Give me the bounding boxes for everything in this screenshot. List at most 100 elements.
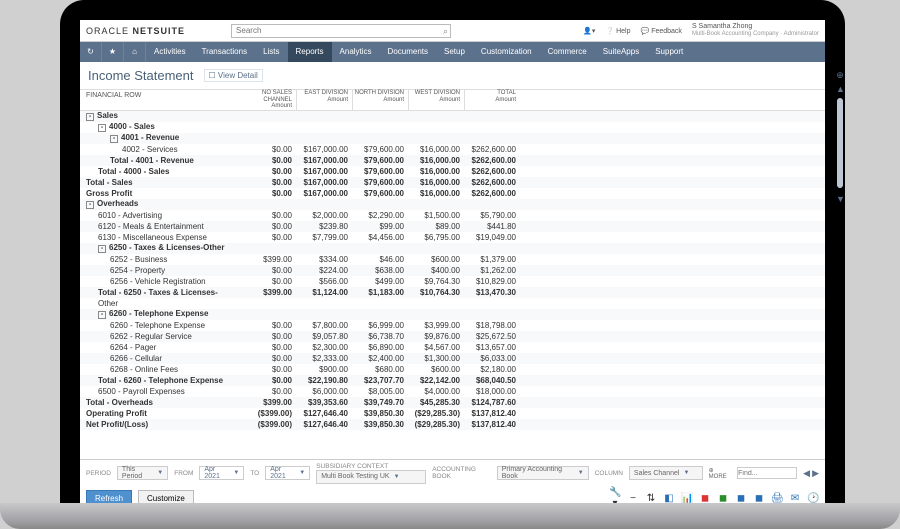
table-row[interactable]: 6254 - Property$0.00$224.00$638.00$400.0… <box>80 265 825 276</box>
cell: $0.00 <box>240 233 296 242</box>
row-cells: $0.00$22,190.80$23,707.70$22,142.00$68,0… <box>240 376 520 385</box>
column-select[interactable]: Sales Channel▼ <box>629 466 703 480</box>
schedule-icon[interactable]: 🕑 <box>807 493 819 504</box>
help-link[interactable]: ❔ Help <box>605 27 630 35</box>
nav-recent-icon[interactable]: ↻ <box>80 42 102 62</box>
nav-home-icon[interactable]: ⌂ <box>124 42 146 62</box>
export-xls-icon[interactable]: ◼ <box>717 493 729 504</box>
chart-icon[interactable]: ◧ <box>663 493 675 504</box>
cell: $400.00 <box>408 266 464 275</box>
cell: $39,353.60 <box>296 398 352 407</box>
table-row[interactable]: 6266 - Cellular$0.00$2,333.00$2,400.00$1… <box>80 353 825 364</box>
nav-lists[interactable]: Lists <box>255 42 287 62</box>
table-row[interactable]: -4000 - Sales <box>80 122 825 133</box>
from-select[interactable]: Apr 2021▼ <box>199 466 244 480</box>
table-row[interactable]: -Overheads <box>80 199 825 210</box>
page-prev-icon[interactable]: ◀ <box>803 468 810 479</box>
table-row[interactable]: 6260 - Telephone Expense$0.00$7,800.00$6… <box>80 320 825 331</box>
table-row[interactable]: Total - 4000 - Sales$0.00$167,000.00$79,… <box>80 166 825 177</box>
table-row[interactable]: 6262 - Regular Service$0.00$9,057.80$6,7… <box>80 331 825 342</box>
export-doc-icon[interactable]: ◼ <box>753 493 765 504</box>
cell: $3,999.00 <box>408 321 464 330</box>
export-csv-icon[interactable]: ◼ <box>735 493 747 504</box>
table-row[interactable]: Total - Sales$0.00$167,000.00$79,600.00$… <box>80 177 825 188</box>
row-label: -Sales <box>80 111 240 121</box>
cell: $39,850.30 <box>352 420 408 429</box>
table-row[interactable]: -6250 - Taxes & Licenses-Other <box>80 243 825 254</box>
cell: $262,600.00 <box>464 189 520 198</box>
report-grid[interactable]: -Sales-4000 - Sales-4001 - Revenue4002 -… <box>80 111 825 459</box>
user-menu[interactable]: S Samantha Zhong Multi-Book Accounting C… <box>692 23 819 37</box>
cell: $2,300.00 <box>296 343 352 352</box>
nav-documents[interactable]: Documents <box>380 42 436 62</box>
nav-customization[interactable]: Customization <box>473 42 540 62</box>
cell: $6,738.70 <box>352 332 408 341</box>
cell: $262,600.00 <box>464 178 520 187</box>
cell: $2,180.00 <box>464 365 520 374</box>
feedback-link[interactable]: 💬 Feedback <box>641 27 682 35</box>
table-row[interactable]: 6252 - Business$399.00$334.00$46.00$600.… <box>80 254 825 265</box>
graph-icon[interactable]: 📊 <box>681 493 693 504</box>
table-row[interactable]: Total - 4001 - Revenue$0.00$167,000.00$7… <box>80 155 825 166</box>
column-label: COLUMN <box>595 470 623 477</box>
role-switch-icon[interactable]: 👤▾ <box>583 27 595 35</box>
table-row[interactable]: Gross Profit$0.00$167,000.00$79,600.00$1… <box>80 188 825 199</box>
nav-shortcut-icon[interactable]: ★ <box>102 42 124 62</box>
nav-activities[interactable]: Activities <box>146 42 194 62</box>
cell: $18,000.00 <box>464 387 520 396</box>
table-row[interactable]: Other <box>80 298 825 309</box>
row-label: 6500 - Payroll Expenses <box>80 387 240 396</box>
cell: $566.00 <box>296 277 352 286</box>
tree-toggle-icon[interactable]: - <box>98 124 106 132</box>
row-cells: $399.00$1,124.00$1,183.00$10,764.30$13,4… <box>240 288 520 297</box>
table-row[interactable]: -4001 - Revenue <box>80 133 825 144</box>
row-label: Operating Profit <box>80 409 240 418</box>
table-row[interactable]: 4002 - Services$0.00$167,000.00$79,600.0… <box>80 144 825 155</box>
page-next-icon[interactable]: ▶ <box>812 468 819 479</box>
table-row[interactable]: 6010 - Advertising$0.00$2,000.00$2,290.0… <box>80 210 825 221</box>
nav-commerce[interactable]: Commerce <box>540 42 595 62</box>
tree-toggle-icon[interactable]: - <box>86 113 94 121</box>
table-row[interactable]: -6260 - Telephone Expense <box>80 309 825 320</box>
search-icon[interactable]: ⌕ <box>443 26 448 37</box>
nav-suiteapps[interactable]: SuiteApps <box>595 42 647 62</box>
table-row[interactable]: Total - 6250 - Taxes & Licenses-$399.00$… <box>80 287 825 298</box>
cell: $0.00 <box>240 277 296 286</box>
zoom-out-icon[interactable]: − <box>627 493 639 504</box>
accounting-book-select[interactable]: Primary Accounting Book▼ <box>497 466 589 480</box>
period-select[interactable]: This Period▼ <box>117 466 168 480</box>
table-row[interactable]: 6268 - Online Fees$0.00$900.00$680.00$60… <box>80 364 825 375</box>
table-row[interactable]: Net Profit/(Loss)($399.00)$127,646.40$39… <box>80 419 825 430</box>
search-input[interactable] <box>231 24 451 38</box>
nav-support[interactable]: Support <box>647 42 691 62</box>
tree-toggle-icon[interactable]: - <box>110 135 118 143</box>
nav-setup[interactable]: Setup <box>436 42 473 62</box>
table-row[interactable]: 6130 - Miscellaneous Expense$0.00$7,799.… <box>80 232 825 243</box>
tree-toggle-icon[interactable]: - <box>98 245 106 253</box>
subsidiary-select[interactable]: Multi Book Testing UK▼ <box>316 470 426 484</box>
more-toggle[interactable]: ⊕ MORE <box>709 467 732 480</box>
cell: $6,000.00 <box>296 387 352 396</box>
table-row[interactable]: -Sales <box>80 111 825 122</box>
table-row[interactable]: Total - 6260 - Telephone Expense$0.00$22… <box>80 375 825 386</box>
nav-reports[interactable]: Reports <box>288 42 332 62</box>
filter-icon[interactable]: ⇅ <box>645 493 657 504</box>
email-icon[interactable]: ✉ <box>789 493 801 504</box>
nav-analytics[interactable]: Analytics <box>332 42 380 62</box>
table-row[interactable]: 6256 - Vehicle Registration$0.00$566.00$… <box>80 276 825 287</box>
nav-transactions[interactable]: Transactions <box>194 42 256 62</box>
view-detail-link[interactable]: ☐ View Detail <box>204 69 263 82</box>
table-row[interactable]: 6120 - Meals & Entertainment$0.00$239.80… <box>80 221 825 232</box>
table-row[interactable]: Total - Overheads$399.00$39,353.60$39,74… <box>80 397 825 408</box>
export-pdf-icon[interactable]: ◼ <box>699 493 711 504</box>
find-input[interactable] <box>737 467 797 479</box>
table-row[interactable]: Operating Profit($399.00)$127,646.40$39,… <box>80 408 825 419</box>
print-icon[interactable]: 🖨 <box>771 493 783 504</box>
tree-toggle-icon[interactable]: - <box>98 311 106 319</box>
table-row[interactable]: 6500 - Payroll Expenses$0.00$6,000.00$8,… <box>80 386 825 397</box>
to-select[interactable]: Apr 2021▼ <box>265 466 310 480</box>
tree-toggle-icon[interactable]: - <box>86 201 94 209</box>
table-row[interactable]: 6264 - Pager$0.00$2,300.00$6,890.00$4,56… <box>80 342 825 353</box>
column-header-cell: WEST DIVISIONAmount <box>408 90 464 110</box>
row-label: 4002 - Services <box>80 145 240 154</box>
